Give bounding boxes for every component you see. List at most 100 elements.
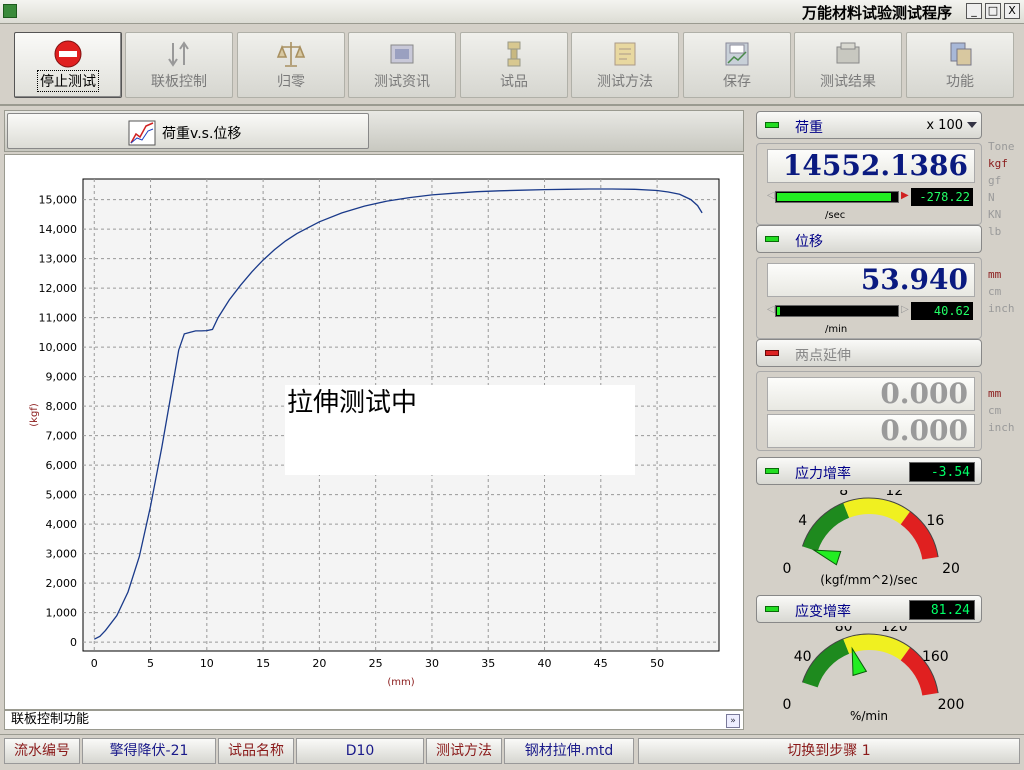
load-unit-option[interactable]: gf [988,172,1015,189]
y-tick-label: 9,000 [46,371,78,384]
x-tick-label: 10 [200,657,214,670]
extension-label: 两点延伸 [795,348,851,364]
stop-test-button[interactable]: 停止测试 [14,32,122,98]
displacement-unit-option[interactable]: inch [988,300,1015,317]
load-unit-option[interactable]: lb [988,223,1015,240]
toolbar-label: 保存 [723,74,751,90]
gauge-tick-label: 80 [835,626,853,635]
load-unit-option[interactable]: Tone [988,138,1015,155]
displacement-label: 位移 [795,234,823,250]
app-icon [3,4,17,18]
load-rate-bar-fill [777,193,891,201]
load-value: 14552.1386 [767,149,975,183]
chevron-left-icon: ◁ [767,304,775,315]
load-unit-option[interactable]: KN [988,206,1015,223]
displacement-header: 位移 [756,225,982,253]
strain-rate-label: 应变增率 [795,604,851,620]
bottom-status-bar: 流水编号 擎得降伏-21 试品名称 D10 测试方法 钢材拉伸.mtd 切换到步… [0,734,1024,770]
info-icon [390,44,414,64]
load-rate-unit: /sec [825,210,846,221]
load-unit-option[interactable]: N [988,189,1015,206]
toolbar-label: 停止测试 [37,70,99,92]
strain-rate-led [765,606,779,612]
expand-button[interactable]: » [726,714,740,728]
gauge-zone [802,502,850,552]
displacement-rate-value: 40.62 [911,302,973,320]
strain-rate-header: 应变增率 81.24 [756,595,982,623]
switch-step-status: 切换到步骤 1 [638,738,1020,764]
toolbar-label: 归零 [277,74,305,90]
toolbar-label: 测试结果 [820,74,876,90]
y-tick-label: 1,000 [46,607,78,620]
readout-panel: 荷重 x 100 14552.1386 ◁ ▶ -278.22 /sec Ton… [750,106,1024,732]
displacement-unit-list: mm cm inch [988,266,1015,317]
title-bar: 万能材料试验测试程序 _ □ X [0,0,1024,24]
extension-value-1: 0.000 [767,377,975,411]
save-icon [725,42,749,66]
extension-header: 两点延伸 [756,339,982,367]
y-tick-label: 10,000 [39,341,78,354]
test-status-overlay: 拉伸测试中 [287,388,417,418]
load-unit-list: Tone kgf gf N KN lb [988,138,1015,240]
window-title: 万能材料试验测试程序 [801,4,952,22]
close-button[interactable]: X [1004,3,1020,19]
y-tick-label: 7,000 [46,430,78,443]
displacement-unit-option[interactable]: mm [988,266,1015,283]
x-axis-label: (mm) [387,677,414,688]
load-led [765,122,779,128]
panel-control-button[interactable]: 联板控制 [125,32,233,98]
extension-unit-option[interactable]: inch [988,419,1015,436]
displacement-rate-unit: /min [825,324,848,335]
load-label: 荷重 [795,120,823,136]
function-icon [950,42,972,66]
minimize-button[interactable]: _ [966,3,982,19]
save-button[interactable]: 保存 [683,32,791,98]
extension-led [765,350,779,356]
load-rate-value: -278.22 [911,188,973,206]
x-tick-label: 25 [369,657,383,670]
chevron-left-icon: ◁ [767,190,775,201]
zero-button[interactable]: 归零 [237,32,345,98]
specimen-button[interactable]: 试品 [460,32,568,98]
gauge-tick-label: 4 [798,513,807,529]
chevron-down-icon[interactable] [967,122,977,128]
y-tick-label: 8,000 [46,400,78,413]
toolbar-label: 测试资讯 [374,74,430,90]
x-tick-label: 5 [147,657,154,670]
gauge-tick-label: 16 [926,513,944,529]
stress-rate-led [765,468,779,474]
test-info-button[interactable]: 测试资讯 [348,32,456,98]
gauge-unit: (kgf/mm^2)/sec [820,573,918,587]
test-method-button[interactable]: 测试方法 [571,32,679,98]
load-rate-bar [775,191,899,203]
load-unit-option[interactable]: kgf [988,155,1015,172]
y-tick-label: 6,000 [46,459,78,472]
load-readout: 14552.1386 ◁ ▶ -278.22 /sec [756,143,982,225]
specimen-name-value: D10 [296,738,424,764]
load-displacement-chart: 0 5 10 15 20 25 30 35 40 45 50 0 1,000 2,000 3,000 4,00… [29,178,720,688]
tab-load-vs-displacement[interactable]: 荷重v.s.位移 [7,113,369,149]
y-tick-label: 3,000 [46,548,78,561]
strain-rate-value: 81.24 [909,600,975,620]
y-tick-label: 14,000 [39,223,78,236]
gauge-needle [851,646,868,677]
test-results-button[interactable]: 测试结果 [794,32,902,98]
y-tick-label: 4,000 [46,518,78,531]
extension-value-2: 0.000 [767,414,975,448]
serial-number-label: 流水编号 [4,738,80,764]
gauge-tick-label: 120 [881,626,908,635]
x-tick-label: 45 [594,657,608,670]
specimen-name-label: 试品名称 [218,738,294,764]
load-header: 荷重 x 100 [756,111,982,139]
displacement-unit-option[interactable]: cm [988,283,1015,300]
maximize-button[interactable]: □ [985,3,1001,19]
extension-unit-option[interactable]: mm [988,385,1015,402]
y-tick-label: 12,000 [39,282,78,295]
load-scale[interactable]: x 100 [926,118,963,133]
function-button[interactable]: 功能 [906,32,1014,98]
y-tick-label: 2,000 [46,577,78,590]
x-tick-label: 50 [650,657,664,670]
displacement-value: 53.940 [767,263,975,297]
gauge-tick-label: 0 [783,697,792,713]
extension-unit-option[interactable]: cm [988,402,1015,419]
